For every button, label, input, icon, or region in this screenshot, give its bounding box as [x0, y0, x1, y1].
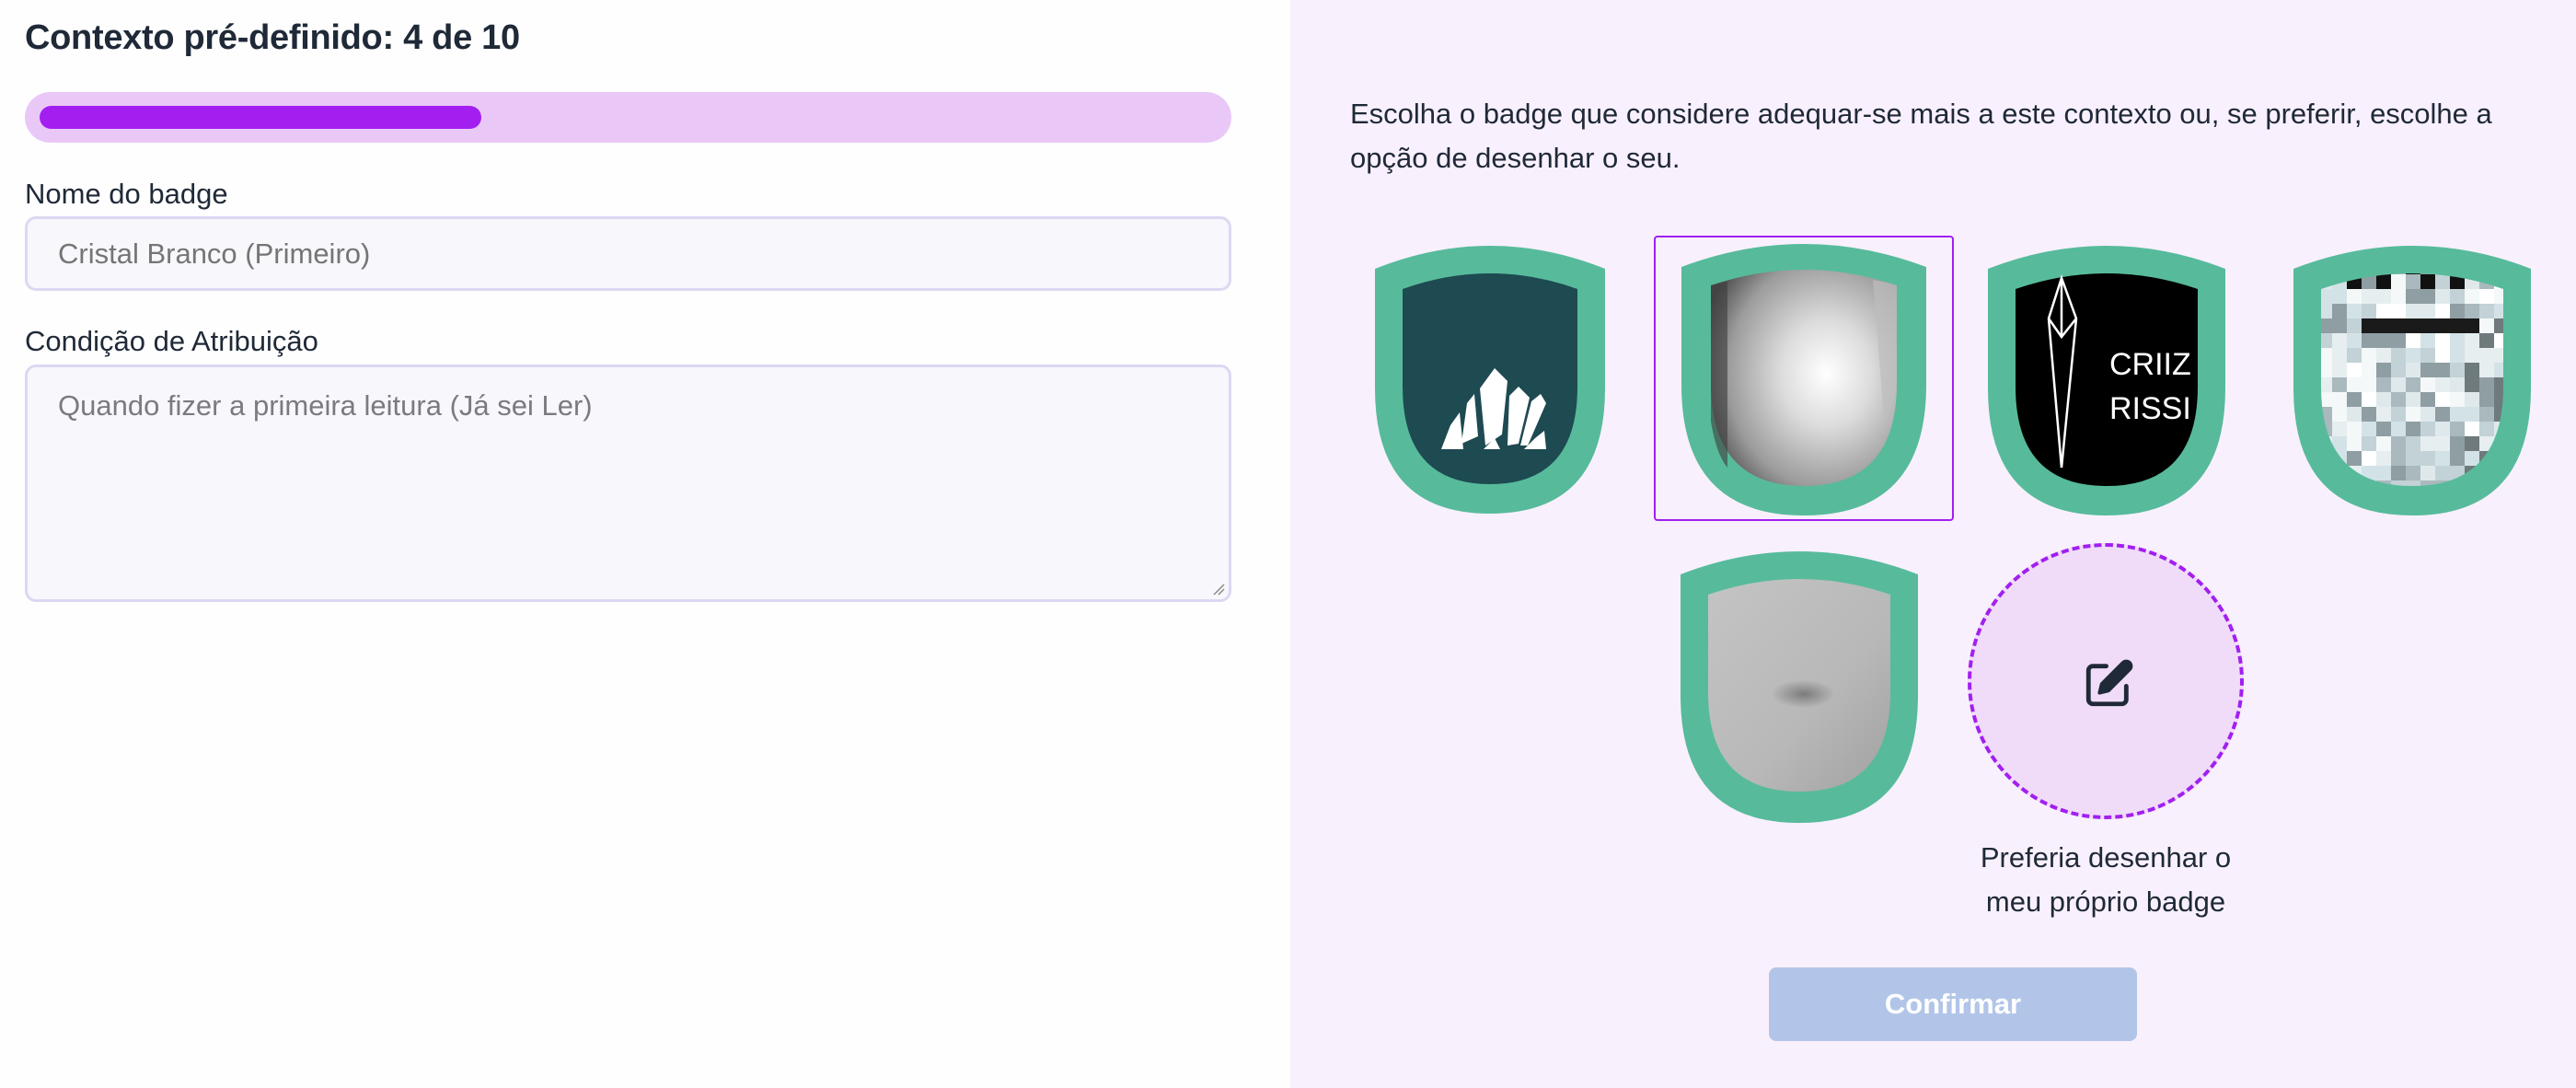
crystal-cluster-badge-icon [1375, 246, 1605, 514]
progress-bar [25, 92, 1231, 143]
grey-stone-badge-icon [1681, 551, 1918, 823]
draw-own-badge-button[interactable] [1968, 543, 2244, 819]
crystal-text-badge-line-1: CRIIZ [2109, 347, 2191, 382]
badge-option-grey-stone[interactable] [1677, 547, 1922, 825]
silver-blur-badge-icon [1681, 244, 1926, 515]
badge-option-pixel-crystal[interactable] [2290, 241, 2535, 517]
badge-option-silver-blur[interactable] [1654, 236, 1954, 521]
attribution-condition-textarea[interactable]: Quando fizer a primeira leitura (Já sei … [25, 365, 1231, 602]
draw-own-badge-caption: Preferia desenhar o meu próprio badge [1980, 841, 2232, 918]
confirm-button[interactable]: Confirmar [1769, 967, 2137, 1041]
badge-name-label: Nome do badge [25, 178, 228, 210]
edit-pencil-square-icon [2085, 659, 2133, 707]
attribution-condition-placeholder: Quando fizer a primeira leitura (Já sei … [58, 389, 593, 422]
badge-name-input[interactable] [25, 216, 1231, 291]
badge-option-crystal-cluster[interactable] [1371, 241, 1609, 515]
badge-context-page: Contexto pré-definido: 4 de 10 Nome do b… [0, 0, 2576, 1088]
context-form-panel: Contexto pré-definido: 4 de 10 Nome do b… [0, 0, 1290, 1088]
badge-chooser-panel: Escolha o badge que considere adequar-se… [1290, 0, 2576, 1088]
progress-bar-fill [40, 106, 481, 129]
badge-option-crystal-text[interactable]: CRIIZ RISSI [1984, 241, 2229, 517]
attribution-condition-label: Condição de Atribuição [25, 325, 318, 357]
pixel-crystal-badge-icon [2293, 246, 2531, 515]
page-title: Contexto pré-definido: 4 de 10 [25, 18, 520, 57]
resize-handle-icon[interactable] [1212, 583, 1225, 596]
chooser-instructions: Escolha o badge que considere adequar-se… [1350, 98, 2492, 174]
crystal-text-badge-icon: CRIIZ RISSI [1988, 246, 2225, 515]
crystal-text-badge-line-2: RISSI [2109, 391, 2191, 426]
